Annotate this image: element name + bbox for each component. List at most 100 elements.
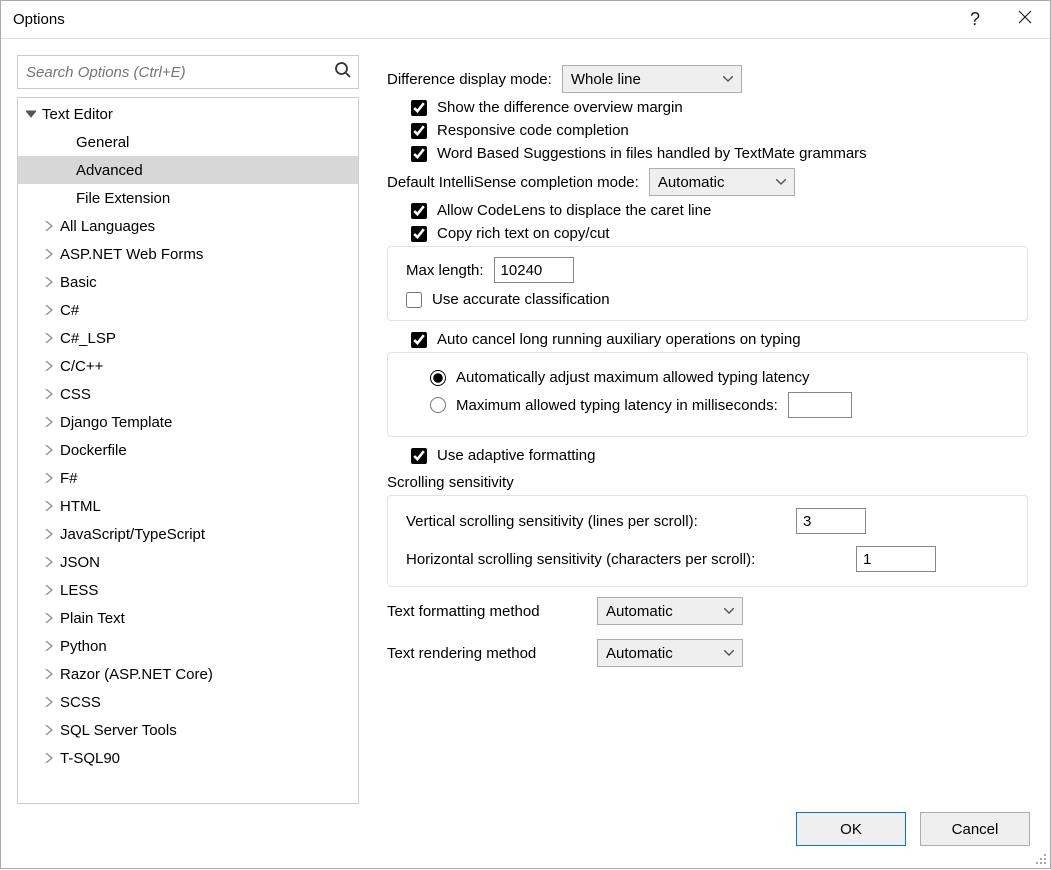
diff-mode-label: Difference display mode: <box>387 71 552 88</box>
tree-node-aspnet-web-forms[interactable]: ASP.NET Web Forms <box>18 240 358 268</box>
checkbox-input[interactable] <box>411 226 427 242</box>
copy-rich-check[interactable]: Copy rich text on copy/cut <box>411 225 1028 242</box>
ok-button[interactable]: OK <box>796 812 906 846</box>
chevron-right-icon <box>42 499 56 513</box>
show-diff-overview-check[interactable]: Show the difference overview margin <box>411 99 1028 116</box>
tree-label: Basic <box>60 274 97 291</box>
window-title: Options <box>13 11 950 28</box>
checkbox-input[interactable] <box>411 448 427 464</box>
tree-node-dockerfile[interactable]: Dockerfile <box>18 436 358 464</box>
resize-grip-icon[interactable] <box>1032 850 1048 866</box>
tree-node-fsharp[interactable]: F# <box>18 464 358 492</box>
chevron-right-icon <box>42 751 56 765</box>
search-icon[interactable] <box>334 61 352 83</box>
checkbox-input[interactable] <box>411 100 427 116</box>
tree-node-scss[interactable]: SCSS <box>18 688 358 716</box>
chevron-right-icon <box>42 331 56 345</box>
scroll-group: Vertical scrolling sensitivity (lines pe… <box>387 495 1028 587</box>
tree-node-js-ts[interactable]: JavaScript/TypeScript <box>18 520 358 548</box>
responsive-completion-check[interactable]: Responsive code completion <box>411 122 1028 139</box>
checkbox-input[interactable] <box>411 332 427 348</box>
tree-node-less[interactable]: LESS <box>18 576 358 604</box>
tree-label: ASP.NET Web Forms <box>60 246 203 263</box>
tree-node-css[interactable]: CSS <box>18 380 358 408</box>
cancel-button[interactable]: Cancel <box>920 812 1030 846</box>
tree-node-file-extension[interactable]: File Extension <box>18 184 358 212</box>
tree-node-json[interactable]: JSON <box>18 548 358 576</box>
vscroll-input[interactable] <box>796 508 866 534</box>
tree-label: Python <box>60 638 107 655</box>
codelens-check[interactable]: Allow CodeLens to displace the caret lin… <box>411 202 1028 219</box>
tree-label: CSS <box>60 386 91 403</box>
render-method-row: Text rendering method Automatic <box>387 639 1028 667</box>
tree-node-advanced[interactable]: Advanced <box>18 156 358 184</box>
auto-cancel-check[interactable]: Auto cancel long running auxiliary opera… <box>411 331 1028 348</box>
hscroll-row: Horizontal scrolling sensitivity (charac… <box>406 546 1015 572</box>
latency-input[interactable] <box>788 392 852 418</box>
chevron-right-icon <box>42 723 56 737</box>
chevron-right-icon <box>42 275 56 289</box>
fmt-method-select[interactable]: Automatic <box>597 597 743 625</box>
tree-node-ccpp[interactable]: C/C++ <box>18 352 358 380</box>
hscroll-input[interactable] <box>856 546 936 572</box>
render-method-select[interactable]: Automatic <box>597 639 743 667</box>
tree-node-django[interactable]: Django Template <box>18 408 358 436</box>
chevron-right-icon <box>42 555 56 569</box>
auto-cancel-group: Automatically adjust maximum allowed typ… <box>387 352 1028 437</box>
chevron-right-icon <box>42 387 56 401</box>
adaptive-format-check[interactable]: Use adaptive formatting <box>411 447 1028 464</box>
tree-node-csharp[interactable]: C# <box>18 296 358 324</box>
help-icon: ? <box>970 9 980 30</box>
accurate-class-check[interactable]: Use accurate classification <box>406 291 1015 308</box>
tree-scroll[interactable]: Text Editor General Advanced File Extens… <box>18 98 358 803</box>
tree-node-general[interactable]: General <box>18 128 358 156</box>
intellisense-select[interactable]: Automatic <box>649 168 795 196</box>
tree-label: All Languages <box>60 218 155 235</box>
tree-node-text-editor[interactable]: Text Editor <box>18 100 358 128</box>
help-button[interactable]: ? <box>950 1 1000 39</box>
max-length-input[interactable] <box>494 257 574 283</box>
radio-max-latency[interactable]: Maximum allowed typing latency in millis… <box>430 392 1015 418</box>
tree-label: HTML <box>60 498 101 515</box>
checkbox-input[interactable] <box>406 292 422 308</box>
close-button[interactable] <box>1000 1 1050 39</box>
checkbox-input[interactable] <box>411 123 427 139</box>
checkbox-input[interactable] <box>411 146 427 162</box>
tree-node-csharp-lsp[interactable]: C#_LSP <box>18 324 358 352</box>
tree-node-razor[interactable]: Razor (ASP.NET Core) <box>18 660 358 688</box>
chevron-right-icon <box>42 471 56 485</box>
tree-label: Razor (ASP.NET Core) <box>60 666 213 683</box>
render-method-label: Text rendering method <box>387 645 587 662</box>
tree-label: F# <box>60 470 78 487</box>
word-based-check[interactable]: Word Based Suggestions in files handled … <box>411 145 1028 162</box>
copy-rich-group: Max length: Use accurate classification <box>387 246 1028 321</box>
search-input[interactable] <box>18 56 358 88</box>
hscroll-label: Horizontal scrolling sensitivity (charac… <box>406 551 846 568</box>
radio-auto-adjust[interactable]: Automatically adjust maximum allowed typ… <box>430 369 1015 386</box>
max-length-row: Max length: <box>406 257 1015 283</box>
radio-label: Maximum allowed typing latency in millis… <box>456 397 778 414</box>
tree-node-tsql90[interactable]: T-SQL90 <box>18 744 358 772</box>
intellisense-label: Default IntelliSense completion mode: <box>387 174 639 191</box>
tree-label: Text Editor <box>42 106 113 123</box>
tree-node-html[interactable]: HTML <box>18 492 358 520</box>
tree-node-sql-server-tools[interactable]: SQL Server Tools <box>18 716 358 744</box>
radio-input[interactable] <box>430 370 446 386</box>
tree-label: T-SQL90 <box>60 750 120 767</box>
checkbox-input[interactable] <box>411 203 427 219</box>
radio-input[interactable] <box>430 397 446 413</box>
tree-label: Django Template <box>60 414 172 431</box>
checkbox-label: Show the difference overview margin <box>437 99 683 116</box>
tree-node-basic[interactable]: Basic <box>18 268 358 296</box>
checkbox-label: Word Based Suggestions in files handled … <box>437 145 867 162</box>
tree-node-all-languages[interactable]: All Languages <box>18 212 358 240</box>
tree-node-python[interactable]: Python <box>18 632 358 660</box>
intellisense-row: Default IntelliSense completion mode: Au… <box>387 168 1028 196</box>
diff-mode-select[interactable]: Whole line <box>562 65 742 93</box>
tree-label: SCSS <box>60 694 101 711</box>
tree-label: C/C++ <box>60 358 103 375</box>
chevron-right-icon <box>42 667 56 681</box>
checkbox-label: Use adaptive formatting <box>437 447 595 464</box>
options-dialog: Options ? <box>0 0 1051 869</box>
tree-node-plain-text[interactable]: Plain Text <box>18 604 358 632</box>
